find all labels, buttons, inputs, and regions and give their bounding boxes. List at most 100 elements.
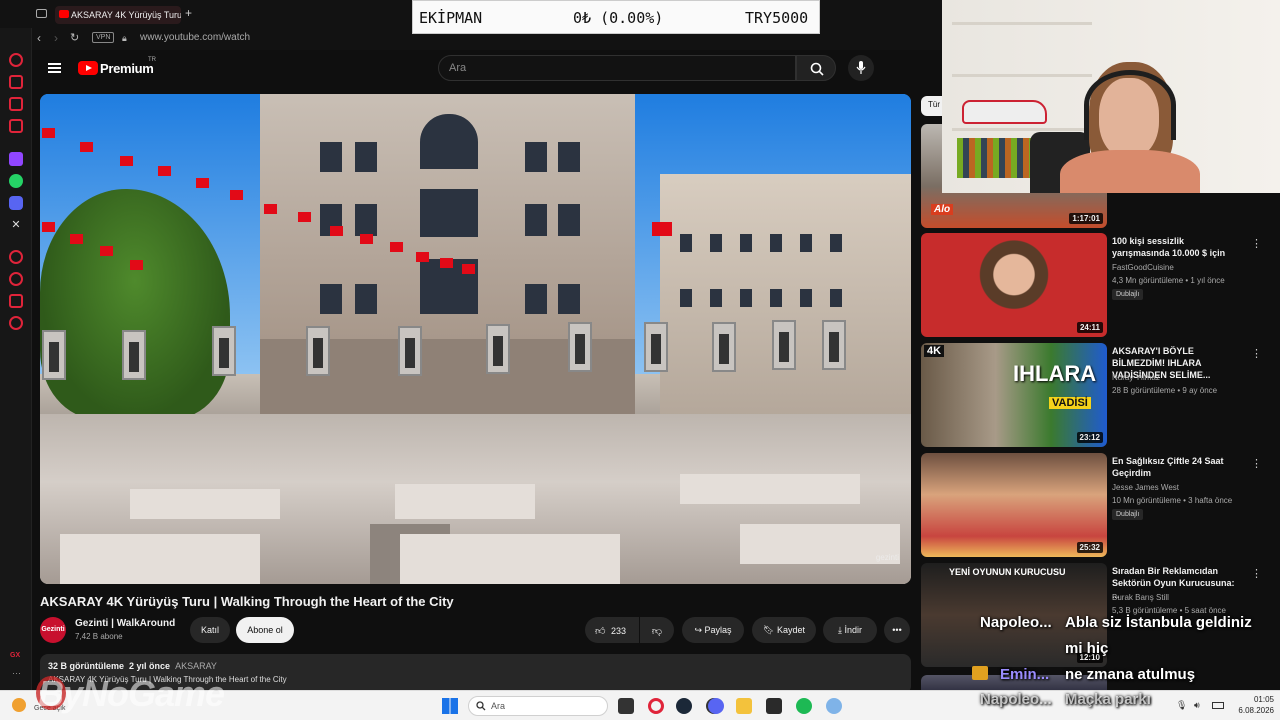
tray-mic-icon[interactable]: 🎙︎ [1176,700,1187,711]
youtube-logo-text[interactable]: Premium [100,61,154,76]
more-options-icon[interactable]: ⋮ [1251,237,1262,250]
extensions-icon[interactable] [9,294,23,308]
video-thumbnail[interactable]: 4K IHLARA VADİSİ 23:12 [921,343,1107,447]
list-item[interactable]: 25:32 En Sağlıksız Çiftle 24 Saat Geçird… [921,453,1280,559]
channel-name[interactable]: Nuray Yılmaz [1112,373,1160,382]
more-icon[interactable]: ··· [12,668,21,678]
clock-date[interactable]: 6.08.2026 [1224,706,1274,715]
share-button[interactable]: ↪ Paylaş [682,617,744,643]
more-options-icon[interactable]: ⋮ [1251,457,1262,470]
discord-icon[interactable] [708,698,724,714]
video-flag [360,234,373,244]
list-item[interactable]: 24:11 100 kişi sessizlik yarışmasında 10… [921,233,1280,339]
windows-start-icon[interactable] [442,698,458,714]
more-options-icon[interactable]: ⋮ [1251,347,1262,360]
gx-control-icon[interactable] [9,53,23,67]
video-thumbnail[interactable]: 24:11 [921,233,1107,337]
more-actions-button[interactable]: ••• [884,617,910,643]
video-flag [462,264,475,274]
chat-subtitle: Napoleo... [980,691,1052,708]
spotify-icon[interactable] [796,698,812,714]
join-button[interactable]: Katıl [190,617,230,643]
voice-search-button[interactable] [848,55,874,81]
channel-name[interactable]: FastGoodCuisine [1112,263,1174,272]
streamer-webcam [942,0,1280,193]
tab-title: AKSARAY 4K Yürüyüş Turu [71,10,181,20]
save-button[interactable]: 🔖︎ Kaydet [752,617,816,643]
file-explorer-icon[interactable] [736,698,752,714]
channel-avatar[interactable]: Gezinti [40,617,66,643]
steam-icon[interactable] [676,698,692,714]
download-label: İndir [844,625,862,635]
dubbed-badge: Dublajlı [1112,289,1144,300]
gx-corner-icon[interactable] [9,97,23,111]
download-button[interactable]: ⤓ İndir [823,617,877,643]
video-bollard [822,320,846,370]
video-bollard [486,324,510,374]
search-input[interactable]: Ara [438,55,796,81]
vpn-badge[interactable]: VPN [92,32,115,43]
video-flag [264,204,277,214]
network-app-icon[interactable] [826,698,842,714]
subscribe-button[interactable]: Abone ol [236,617,294,643]
video-player[interactable]: gezinti [40,94,911,584]
dislike-icon: 👎︎ [651,626,663,637]
webcam-shelf [952,22,1092,25]
forward-icon[interactable]: › [54,31,58,45]
save-label: Kaydet [776,625,805,635]
hashtag[interactable]: AKSARAY [175,661,217,671]
youtube-header: Premium TR Ara [32,50,942,92]
settings-icon[interactable] [9,316,23,330]
lock-icon[interactable]: 🔒︎ [122,33,127,44]
history-icon[interactable] [9,272,23,286]
channel-name[interactable]: Gezinti | WalkAround [75,618,175,629]
reload-icon[interactable]: ↻ [70,31,79,44]
discord-icon[interactable] [9,196,23,210]
video-flag [130,260,143,270]
country-code: TR [148,57,156,63]
opera-gx-icon[interactable] [648,698,664,714]
x-twitter-icon[interactable]: ✕ [9,218,23,232]
video-watermark: gezinti [875,553,899,562]
webcam-person-body [1060,150,1200,193]
video-duration: 24:11 [1076,322,1103,333]
search-icon [810,62,824,76]
twitch-icon[interactable] [9,152,23,166]
back-icon[interactable]: ‹ [37,31,41,45]
video-title[interactable]: En Sağlıksız Çiftle 24 Saat Geçirdim [1112,455,1242,479]
tray-volume-icon[interactable]: 🔊︎ [1194,700,1200,711]
url-text[interactable]: www.youtube.com/watch [140,32,250,43]
messenger-icon[interactable] [9,119,23,133]
video-bollard [122,330,146,380]
youtube-logo-icon[interactable] [78,61,98,75]
search-button[interactable] [796,55,836,81]
video-title[interactable]: 100 kişi sessizlik yarışmasında 10.000 $… [1112,235,1242,259]
music-player-icon[interactable] [9,250,23,264]
list-item[interactable]: 4K IHLARA VADİSİ 23:12 AKSARAY'I BÖYLE B… [921,343,1280,449]
gx-cleaner-icon[interactable] [9,75,23,89]
chat-subtitle: Napoleo... [980,614,1052,631]
new-tab-button[interactable]: + [185,6,192,20]
app-icon[interactable] [766,698,782,714]
channel-name[interactable]: Jesse James West [1112,483,1179,492]
video-thumbnail[interactable]: 25:32 [921,453,1107,557]
browser-tab-active[interactable]: AKSARAY 4K Yürüyüş Turu [55,6,181,24]
whatsapp-icon[interactable] [9,174,23,188]
clock-time[interactable]: 01:05 [1240,695,1274,704]
taskbar-search-input[interactable]: Ara [468,696,608,716]
workspace-icon[interactable] [36,9,47,18]
channel-name[interactable]: Burak Barış Still [1112,593,1169,602]
dislike-button[interactable]: 👎︎ [640,617,674,643]
tray-battery-icon[interactable] [1212,702,1224,709]
menu-icon[interactable] [48,63,61,73]
more-options-icon[interactable]: ⋮ [1251,567,1262,580]
video-bollard [772,320,796,370]
task-view-icon[interactable] [618,698,634,714]
like-button[interactable]: 👍︎ 233 [585,617,639,643]
weather-icon [12,698,26,712]
description-stats: 32 B görüntüleme 2 yıl önce AKSARAY [48,661,217,671]
video-duration: 1:17:01 [1069,213,1103,224]
youtube-favicon-icon [59,10,69,18]
chat-subtitle: Maçka parkı [1065,691,1151,708]
video-flag [196,178,209,188]
